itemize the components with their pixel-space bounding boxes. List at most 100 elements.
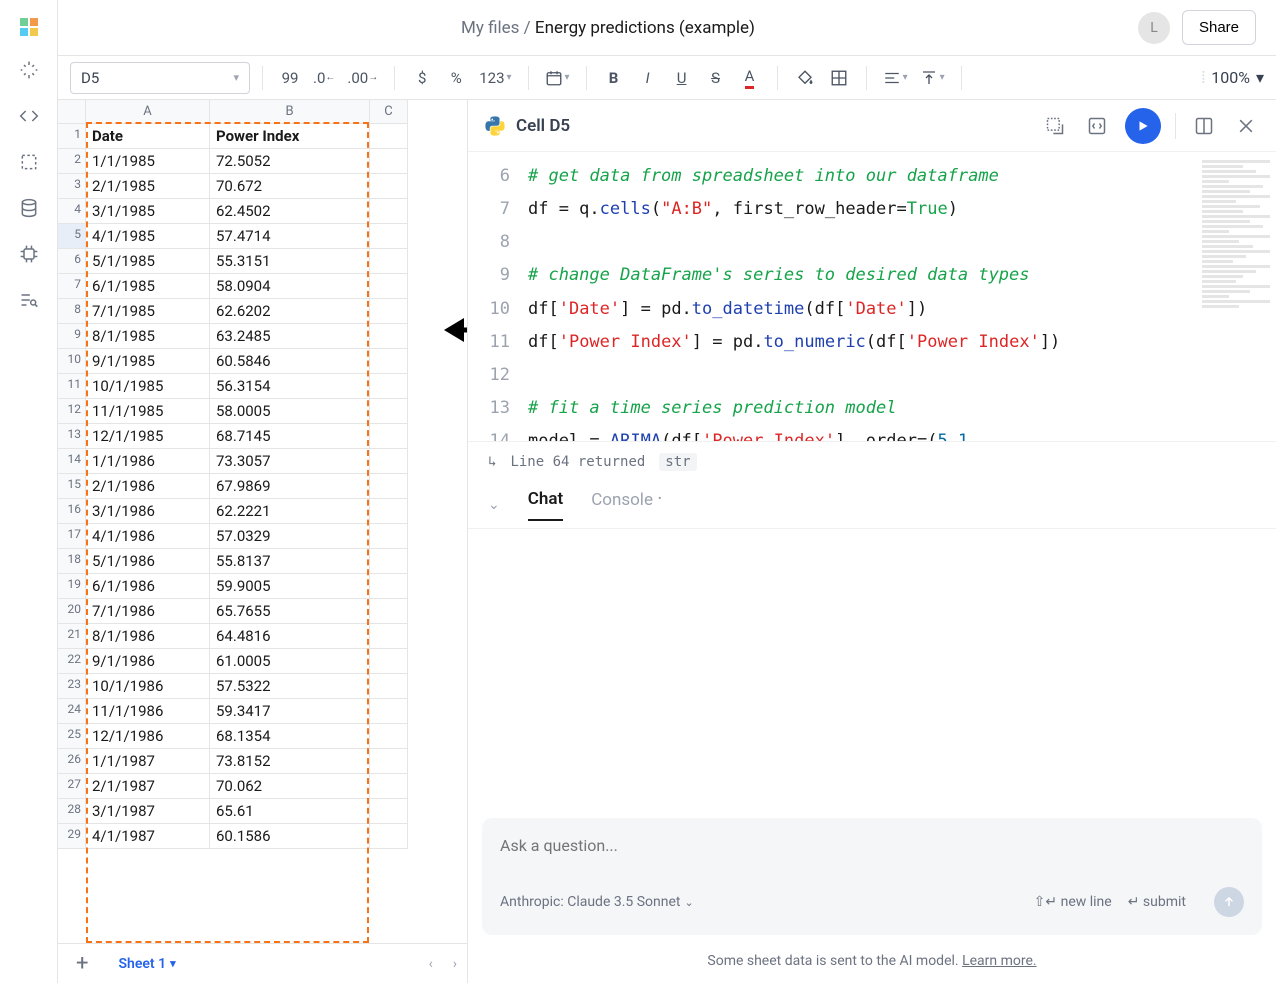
cell[interactable]: Power Index [210, 124, 370, 149]
run-button[interactable] [1125, 108, 1161, 144]
cell[interactable]: 7/1/1985 [86, 299, 210, 324]
precision-button[interactable]: 99 [275, 63, 305, 93]
row-header[interactable]: 14 [58, 449, 86, 474]
minimap[interactable] [1196, 152, 1276, 441]
cell[interactable]: 9/1/1986 [86, 649, 210, 674]
cell[interactable]: 58.0904 [210, 274, 370, 299]
cell[interactable] [370, 799, 408, 824]
cell[interactable] [370, 774, 408, 799]
percent-button[interactable]: % [441, 63, 471, 93]
row-header[interactable]: 20 [58, 599, 86, 624]
row-header[interactable]: 16 [58, 499, 86, 524]
borders-button[interactable] [824, 63, 854, 93]
row-header[interactable]: 18 [58, 549, 86, 574]
cell[interactable] [370, 274, 408, 299]
cell[interactable]: 62.6202 [210, 299, 370, 324]
cell[interactable] [370, 824, 408, 849]
cell[interactable] [370, 449, 408, 474]
row-header[interactable]: 19 [58, 574, 86, 599]
cell[interactable]: 1/1/1985 [86, 149, 210, 174]
decrease-decimal-button[interactable]: .0← [309, 63, 339, 93]
layout-icon[interactable] [1190, 112, 1218, 140]
cell[interactable] [370, 599, 408, 624]
cell[interactable] [370, 374, 408, 399]
number-format-button[interactable]: 123▾ [475, 63, 515, 93]
breadcrumb[interactable]: My files / Energy predictions (example) [78, 18, 1138, 38]
expand-icon[interactable] [1041, 112, 1069, 140]
cell[interactable]: 9/1/1985 [86, 349, 210, 374]
cell[interactable]: 3/1/1986 [86, 499, 210, 524]
cell[interactable]: 5/1/1985 [86, 249, 210, 274]
cell[interactable] [370, 649, 408, 674]
cell[interactable]: 2/1/1985 [86, 174, 210, 199]
cell[interactable] [370, 224, 408, 249]
row-header[interactable]: 8 [58, 299, 86, 324]
cell[interactable]: 1/1/1986 [86, 449, 210, 474]
breadcrumb-root[interactable]: My files [461, 18, 519, 38]
grid[interactable]: ABC1DatePower Index21/1/198572.505232/1/… [58, 100, 467, 849]
cell[interactable]: 5/1/1986 [86, 549, 210, 574]
row-header[interactable]: 27 [58, 774, 86, 799]
cell[interactable]: 68.1354 [210, 724, 370, 749]
row-header[interactable]: 13 [58, 424, 86, 449]
model-selector[interactable]: Anthropic: Claude 3.5 Sonnet ⌄ [500, 894, 694, 910]
cell[interactable]: 73.3057 [210, 449, 370, 474]
row-header[interactable]: 7 [58, 274, 86, 299]
row-header[interactable]: 22 [58, 649, 86, 674]
learn-more-link[interactable]: Learn more. [962, 953, 1037, 969]
cell[interactable]: 67.9869 [210, 474, 370, 499]
bold-button[interactable]: B [599, 63, 629, 93]
sheet-next-button[interactable]: › [453, 956, 457, 972]
fill-color-button[interactable] [790, 63, 820, 93]
cell[interactable]: 64.4816 [210, 624, 370, 649]
breadcrumb-doc[interactable]: Energy predictions (example) [535, 18, 755, 38]
cell[interactable]: 63.2485 [210, 324, 370, 349]
row-header[interactable]: 23 [58, 674, 86, 699]
cell[interactable] [370, 524, 408, 549]
cell[interactable] [370, 474, 408, 499]
cell[interactable]: 11/1/1986 [86, 699, 210, 724]
row-header[interactable]: 5 [58, 224, 86, 249]
row-header[interactable]: 24 [58, 699, 86, 724]
cell[interactable]: 6/1/1986 [86, 574, 210, 599]
snippet-icon[interactable] [1083, 112, 1111, 140]
cell[interactable] [370, 624, 408, 649]
cell[interactable] [370, 174, 408, 199]
cell[interactable] [370, 249, 408, 274]
cell[interactable]: 65.61 [210, 799, 370, 824]
cell[interactable]: 73.8152 [210, 749, 370, 774]
cell[interactable]: 12/1/1986 [86, 724, 210, 749]
cell[interactable]: 6/1/1985 [86, 274, 210, 299]
sheet-tab[interactable]: Sheet 1 ▾ [108, 950, 185, 978]
zoom-control[interactable]: ⦙ 100% ▾ [1202, 68, 1264, 88]
date-format-button[interactable]: ▾ [541, 63, 574, 93]
align-button[interactable]: ▾ [879, 63, 912, 93]
cell[interactable]: 61.0005 [210, 649, 370, 674]
row-header[interactable]: 6 [58, 249, 86, 274]
column-header[interactable]: A [86, 100, 210, 124]
cell[interactable] [370, 199, 408, 224]
cell[interactable]: 4/1/1986 [86, 524, 210, 549]
send-button[interactable] [1214, 887, 1244, 917]
chat-textarea[interactable] [500, 836, 1244, 855]
italic-button[interactable]: I [633, 63, 663, 93]
database-icon[interactable] [17, 196, 41, 220]
cell[interactable]: 12/1/1985 [86, 424, 210, 449]
row-header[interactable]: 4 [58, 199, 86, 224]
cell[interactable] [370, 324, 408, 349]
share-button[interactable]: Share [1182, 10, 1256, 45]
cell[interactable]: 2/1/1987 [86, 774, 210, 799]
row-header[interactable]: 2 [58, 149, 86, 174]
cell[interactable]: 4/1/1987 [86, 824, 210, 849]
cell[interactable]: 62.2221 [210, 499, 370, 524]
row-header[interactable]: 10 [58, 349, 86, 374]
cell[interactable]: 59.9005 [210, 574, 370, 599]
row-header[interactable]: 15 [58, 474, 86, 499]
row-header[interactable]: 1 [58, 124, 86, 149]
cell[interactable]: 60.1586 [210, 824, 370, 849]
tab-console[interactable]: Console · [591, 490, 662, 520]
row-header[interactable]: 17 [58, 524, 86, 549]
cell[interactable] [370, 749, 408, 774]
cell[interactable] [370, 674, 408, 699]
tab-chat[interactable]: Chat [528, 489, 563, 521]
